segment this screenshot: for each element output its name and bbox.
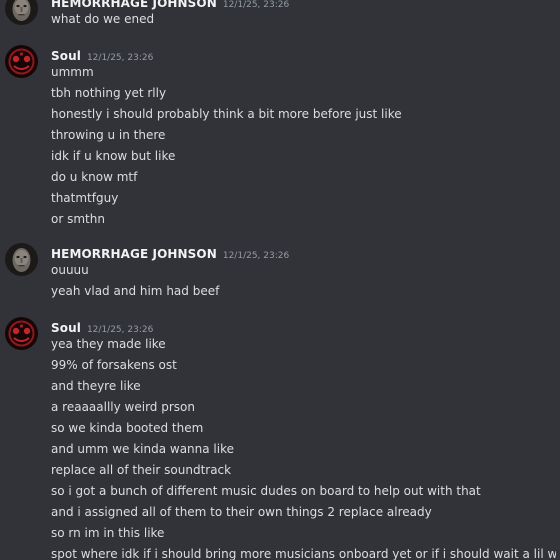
message-list: HEMORRHAGE JOHNSON 12/1/25, 23:26 what do… [0,0,560,560]
message-header: Soul 12/1/25, 23:26 [51,45,153,63]
message-line: ummm [51,65,94,79]
message-line: and theyre like [51,379,141,393]
message-line: so we kinda booted them [51,421,204,435]
message-line: yea they made like [51,337,166,351]
author-name[interactable]: Soul [51,49,81,63]
author-name[interactable]: Soul [51,321,81,335]
message-line: and i assigned all of them to their own … [51,505,432,519]
message-content: ouuuu yeah vlad and him had beef [51,260,556,302]
message-line: yeah vlad and him had beef [51,284,220,298]
message-header: HEMORRHAGE JOHNSON 12/1/25, 23:26 [51,243,289,261]
author-name[interactable]: HEMORRHAGE JOHNSON [51,247,217,261]
message-content: what do we ened [51,9,556,30]
message-line: replace all of their soundtrack [51,463,232,477]
message-line: and umm we kinda wanna like [51,442,234,456]
message-line: 99% of forsakens ost [51,358,177,372]
message-line: ouuuu [51,263,89,277]
message-line: throwing u in there [51,128,166,142]
message-line: what do we ened [51,12,155,26]
message-line: tbh nothing yet rlly [51,86,167,100]
red-emblem-avatar[interactable] [5,317,38,350]
message-line: or smthn [51,212,105,226]
message-line: do u know mtf [51,170,138,184]
face-avatar[interactable] [5,243,38,276]
face-avatar[interactable] [5,0,38,25]
message-line: so rn im in this like [51,526,165,540]
message-line: thatmtfguy [51,191,119,205]
message-line: idk if u know but like [51,149,176,163]
message-header: Soul 12/1/25, 23:26 [51,317,153,335]
message-content: ummm tbh nothing yet rlly honestly i sho… [51,62,556,230]
red-emblem-avatar[interactable] [5,45,38,78]
message-line: honestly i should probably think a bit m… [51,107,402,121]
message-line: spot where idk if i should bring more mu… [51,547,556,560]
message-content: yea they made like 99% of forsakens ost … [51,334,556,560]
message-line: a reaaaallly weird prson [51,400,195,414]
message-line: so i got a bunch of different music dude… [51,484,481,498]
